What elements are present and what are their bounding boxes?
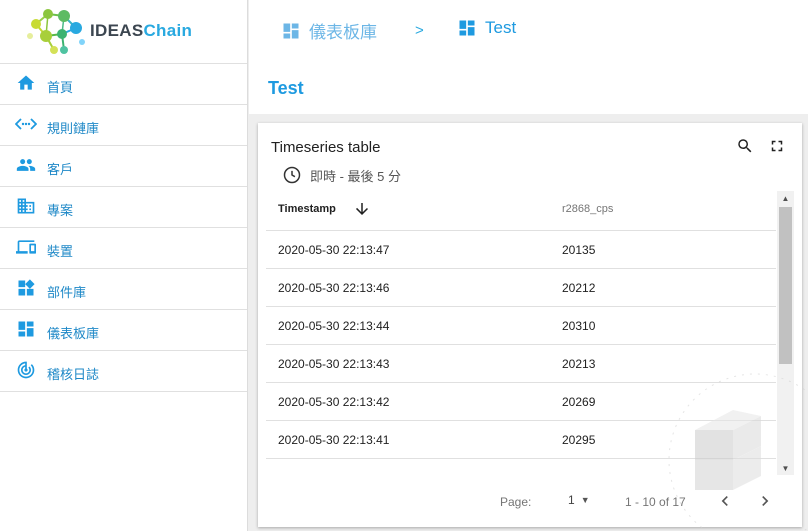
sidebar-item-label: 稽核日誌	[47, 367, 100, 382]
dashboard-icon	[15, 318, 37, 340]
sidebar-item-rule-chains[interactable]: 規則鏈庫	[0, 105, 247, 146]
breadcrumb-dashboards[interactable]: 儀表板庫	[281, 18, 377, 43]
widget-title: Timeseries table	[271, 139, 381, 156]
page-label: Page:	[500, 495, 532, 509]
dashboard-icon	[283, 23, 299, 38]
sidebar-item-audit-logs[interactable]: 稽核日誌	[0, 351, 247, 392]
page-title: Test	[268, 78, 304, 98]
table-header: Timestamp r2868_cps	[266, 191, 776, 231]
sidebar-item-devices[interactable]: 裝置	[0, 228, 247, 269]
dashboard-title-bar: Test	[249, 64, 808, 114]
cell-timestamp: 2020-05-30 22:13:44	[278, 319, 390, 333]
code-arrows-icon	[15, 113, 37, 135]
breadcrumb-separator: >	[415, 22, 424, 39]
sidebar-item-customers[interactable]: 客戶	[0, 146, 247, 187]
cell-timestamp: 2020-05-30 22:13:42	[278, 395, 390, 409]
sidebar-item-label: 裝置	[47, 244, 74, 259]
sidebar-menu: 首頁 規則鏈庫 客戶 專案 裝置 部件庫 儀表板庫 稽核日誌	[0, 64, 247, 392]
cell-timestamp: 2020-05-30 22:13:46	[278, 281, 390, 295]
sidebar-item-assets[interactable]: 專案	[0, 187, 247, 228]
arrow-down-icon[interactable]	[353, 200, 371, 223]
timeseries-table-widget: Timeseries table 即時 - 最後 5 分 Timestamp r…	[258, 123, 802, 527]
scrollbar-thumb[interactable]	[779, 207, 792, 364]
track-changes-icon	[15, 359, 37, 381]
cell-value: 20213	[562, 357, 596, 371]
timeseries-table: Timestamp r2868_cps 2020-05-30 22:13:47 …	[266, 191, 776, 475]
sidebar-item-widgets[interactable]: 部件庫	[0, 269, 247, 310]
cell-timestamp: 2020-05-30 22:13:41	[278, 433, 390, 447]
logo-text-ideas: IDEAS	[90, 21, 144, 40]
table-row[interactable]: 2020-05-30 22:13:46 20212	[266, 269, 776, 307]
table-paginator: Page: 1 ▼ 1 - 10 of 17	[258, 477, 802, 527]
page-range: 1 - 10 of 17	[625, 495, 686, 509]
dashboard-icon	[459, 20, 475, 36]
sidebar-item-label: 規則鏈庫	[47, 121, 100, 136]
chevron-right-icon	[762, 496, 769, 506]
cell-timestamp: 2020-05-30 22:13:47	[278, 243, 390, 257]
page-select[interactable]: 1 ▼	[568, 493, 590, 507]
sidebar-item-home[interactable]: 首頁	[0, 64, 247, 105]
widgets-icon	[15, 277, 37, 299]
logo-text: IDEASChain	[90, 21, 192, 41]
cell-timestamp: 2020-05-30 22:13:43	[278, 357, 390, 371]
caret-down-icon: ▼	[580, 495, 590, 505]
scroll-up-icon[interactable]: ▲	[777, 191, 794, 205]
sidebar-item-dashboards[interactable]: 儀表板庫	[0, 310, 247, 351]
next-page-button[interactable]	[755, 491, 775, 511]
logo-text-chain: Chain	[143, 21, 193, 40]
timewindow-label: 即時 - 最後 5 分	[310, 168, 402, 184]
chevron-left-icon	[721, 496, 728, 506]
scroll-down-icon[interactable]: ▼	[777, 461, 794, 475]
breadcrumb-label: Test	[485, 18, 517, 37]
logo[interactable]: IDEASChain	[0, 0, 247, 64]
sidebar-item-label: 首頁	[47, 80, 74, 95]
search-icon[interactable]	[736, 137, 754, 155]
home-icon	[15, 72, 37, 94]
sidebar-item-label: 部件庫	[47, 285, 87, 300]
sidebar-item-label: 客戶	[47, 162, 74, 177]
cell-value: 20135	[562, 243, 596, 257]
previous-page-button[interactable]	[715, 491, 735, 511]
column-header-value[interactable]: r2868_cps	[562, 203, 613, 215]
table-row[interactable]	[266, 459, 776, 475]
devices-icon	[15, 236, 37, 258]
table-row[interactable]: 2020-05-30 22:13:43 20213	[266, 345, 776, 383]
column-header-timestamp[interactable]: Timestamp	[278, 203, 336, 215]
top-bar: 儀表板庫 > Test	[249, 0, 808, 64]
timewindow-button[interactable]: 即時 - 最後 5 分	[282, 165, 401, 185]
clock-icon	[283, 166, 301, 184]
people-icon	[15, 154, 37, 176]
cell-value: 20295	[562, 433, 596, 447]
sidebar-item-label: 儀表板庫	[47, 326, 100, 341]
table-row[interactable]: 2020-05-30 22:13:42 20269	[266, 383, 776, 421]
domain-icon	[15, 195, 37, 217]
widget-actions	[736, 137, 786, 155]
table-row[interactable]: 2020-05-30 22:13:41 20295	[266, 421, 776, 459]
breadcrumb-current: Test	[457, 18, 516, 38]
fullscreen-icon[interactable]	[768, 137, 786, 155]
cell-value: 20212	[562, 281, 596, 295]
table-scrollbar[interactable]: ▲ ▼	[777, 191, 794, 475]
table-row[interactable]: 2020-05-30 22:13:47 20135	[266, 231, 776, 269]
cell-value: 20269	[562, 395, 596, 409]
sidebar-item-label: 專案	[47, 203, 74, 218]
breadcrumb-label: 儀表板庫	[309, 23, 377, 42]
page-select-value: 1	[568, 493, 575, 507]
cell-value: 20310	[562, 319, 596, 333]
sidebar: IDEASChain 首頁 規則鏈庫 客戶 專案 裝置 部件庫 儀表板庫 稽核日…	[0, 0, 248, 531]
table-row[interactable]: 2020-05-30 22:13:44 20310	[266, 307, 776, 345]
logo-network-icon	[27, 9, 85, 54]
